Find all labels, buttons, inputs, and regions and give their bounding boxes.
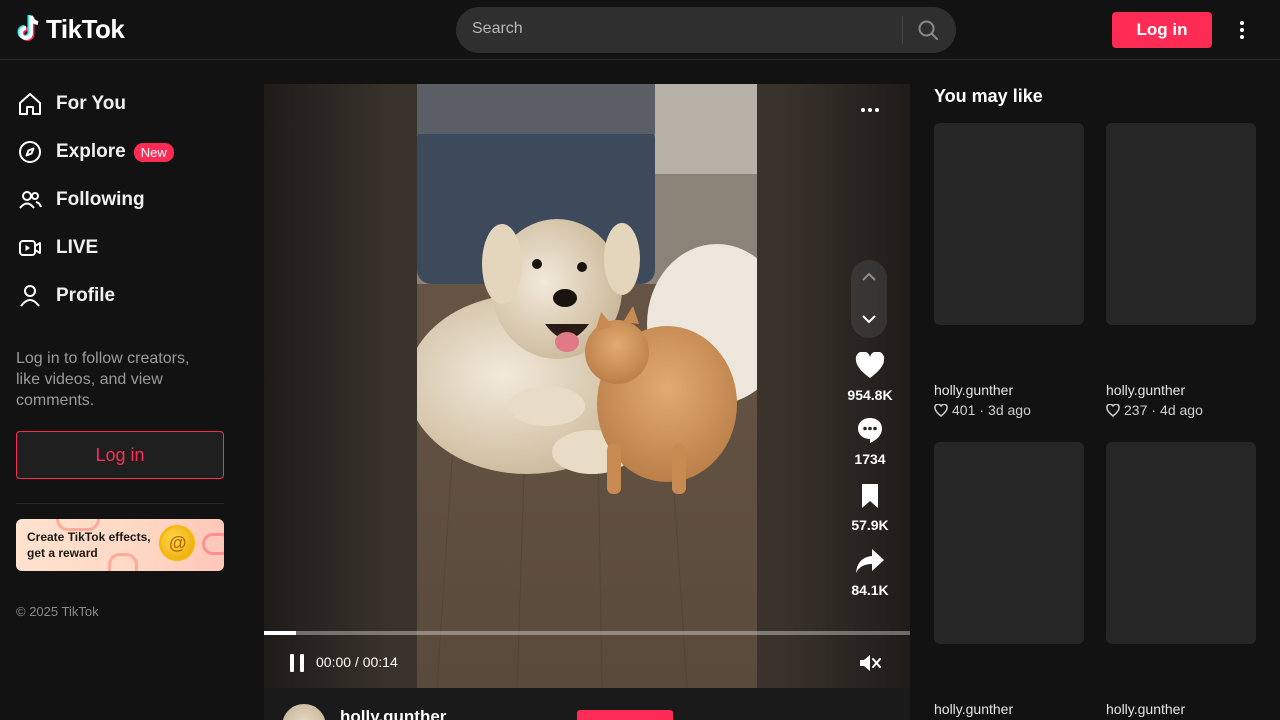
search-bar[interactable]: Search (456, 7, 956, 53)
like-count: 401 (952, 402, 976, 418)
search-divider (902, 16, 903, 44)
suggested-video-author[interactable]: holly.gunther (1106, 382, 1185, 398)
login-prompt-text: Log in to follow creators, like videos, … (16, 350, 190, 409)
suggested-video-meta: 401 · 3d ago (934, 402, 1031, 418)
suggested-video-meta: 237 · 4d ago (1106, 402, 1203, 418)
sidebar-item-label: Explore (56, 141, 126, 162)
share-action[interactable]: 84.1K (839, 547, 901, 598)
video-time: 00:00 / 00:14 (316, 654, 398, 670)
sidebar: For You Explore New Following LIVE Profi… (0, 61, 240, 720)
comment-action[interactable]: 1734 (839, 416, 901, 467)
video-player[interactable]: 954.8K 1734 57.9K 84.1K 00:00 / 00:14 (264, 84, 910, 688)
sidebar-item-label: Profile (56, 285, 116, 306)
video-progress-bar[interactable] (264, 631, 910, 635)
effects-reward-banner[interactable]: Create TikTok effects, get a reward @ (16, 519, 224, 571)
pause-icon[interactable] (288, 653, 306, 673)
suggested-video-thumbnail[interactable] (1106, 123, 1256, 325)
save-action[interactable]: 57.9K (839, 482, 901, 533)
you-may-like-title: You may like (934, 86, 1043, 106)
comment-icon (858, 418, 882, 443)
heart-icon (855, 351, 885, 378)
avatar[interactable] (282, 704, 326, 720)
home-icon (16, 90, 44, 118)
search-icon[interactable] (917, 19, 939, 41)
suggested-video-thumbnail[interactable] (934, 442, 1084, 644)
sidebar-item-explore[interactable]: Explore New (16, 132, 174, 172)
post-age: 3d ago (988, 402, 1031, 418)
video-frame-image (417, 84, 757, 688)
comment-count: 1734 (854, 451, 886, 467)
share-count: 84.1K (851, 582, 889, 598)
heart-outline-icon (934, 403, 948, 417)
video-author-row: holly.gunther (264, 688, 910, 720)
sidebar-item-label: LIVE (56, 237, 99, 258)
top-header: TikTok Search Log in (0, 0, 1280, 60)
bookmark-icon (862, 484, 878, 508)
login-button[interactable]: Log in (1112, 12, 1212, 48)
follow-button[interactable] (577, 710, 673, 720)
like-count: 237 (1124, 402, 1148, 418)
tiktok-logo[interactable]: TikTok (16, 14, 125, 44)
more-options-icon[interactable] (1232, 18, 1252, 42)
mute-icon[interactable] (858, 652, 882, 674)
suggested-video-thumbnail[interactable] (1106, 442, 1256, 644)
sidebar-item-label: For You (56, 93, 127, 114)
like-action[interactable]: 954.8K (839, 351, 901, 403)
like-count: 954.8K (847, 387, 893, 403)
video-progress-fill (264, 631, 297, 635)
video-navigation (851, 260, 887, 338)
tiktok-logo-icon (17, 15, 39, 41)
copyright-text: © 2025 TikTok (16, 604, 99, 619)
suggested-video-author[interactable]: holly.gunther (934, 701, 1013, 717)
live-icon (16, 234, 44, 262)
author-name[interactable]: holly.gunther (340, 707, 446, 720)
sidebar-item-following[interactable]: Following (16, 180, 145, 220)
sidebar-login-button[interactable]: Log in (16, 431, 224, 479)
suggested-video-author[interactable]: holly.gunther (1106, 701, 1185, 717)
sidebar-item-live[interactable]: LIVE (16, 228, 98, 268)
suggested-video-author[interactable]: holly.gunther (934, 382, 1013, 398)
heart-outline-icon (1106, 403, 1120, 417)
search-input[interactable]: Search (472, 20, 523, 38)
logo-text: TikTok (46, 14, 125, 44)
compass-icon (16, 138, 44, 166)
new-badge: New (133, 142, 174, 162)
post-age: 4d ago (1160, 402, 1203, 418)
suggested-video-thumbnail[interactable] (934, 123, 1084, 325)
previous-video-icon[interactable] (862, 272, 876, 282)
users-icon (16, 186, 44, 214)
meta-separator: · (1151, 402, 1157, 418)
sidebar-item-for-you[interactable]: For You (16, 84, 126, 124)
meta-separator: · (979, 402, 985, 418)
sidebar-item-label: Following (56, 189, 145, 210)
next-video-icon[interactable] (862, 314, 876, 324)
sidebar-item-profile[interactable]: Profile (16, 276, 115, 316)
banner-text: Create TikTok effects, get a reward (27, 530, 151, 560)
video-more-icon[interactable] (858, 98, 882, 122)
banner-decoration (202, 533, 224, 555)
share-icon (856, 549, 884, 573)
profile-icon (16, 282, 44, 310)
save-count: 57.9K (851, 517, 889, 533)
reward-coin-icon: @ (159, 525, 195, 561)
sidebar-divider (16, 503, 224, 504)
